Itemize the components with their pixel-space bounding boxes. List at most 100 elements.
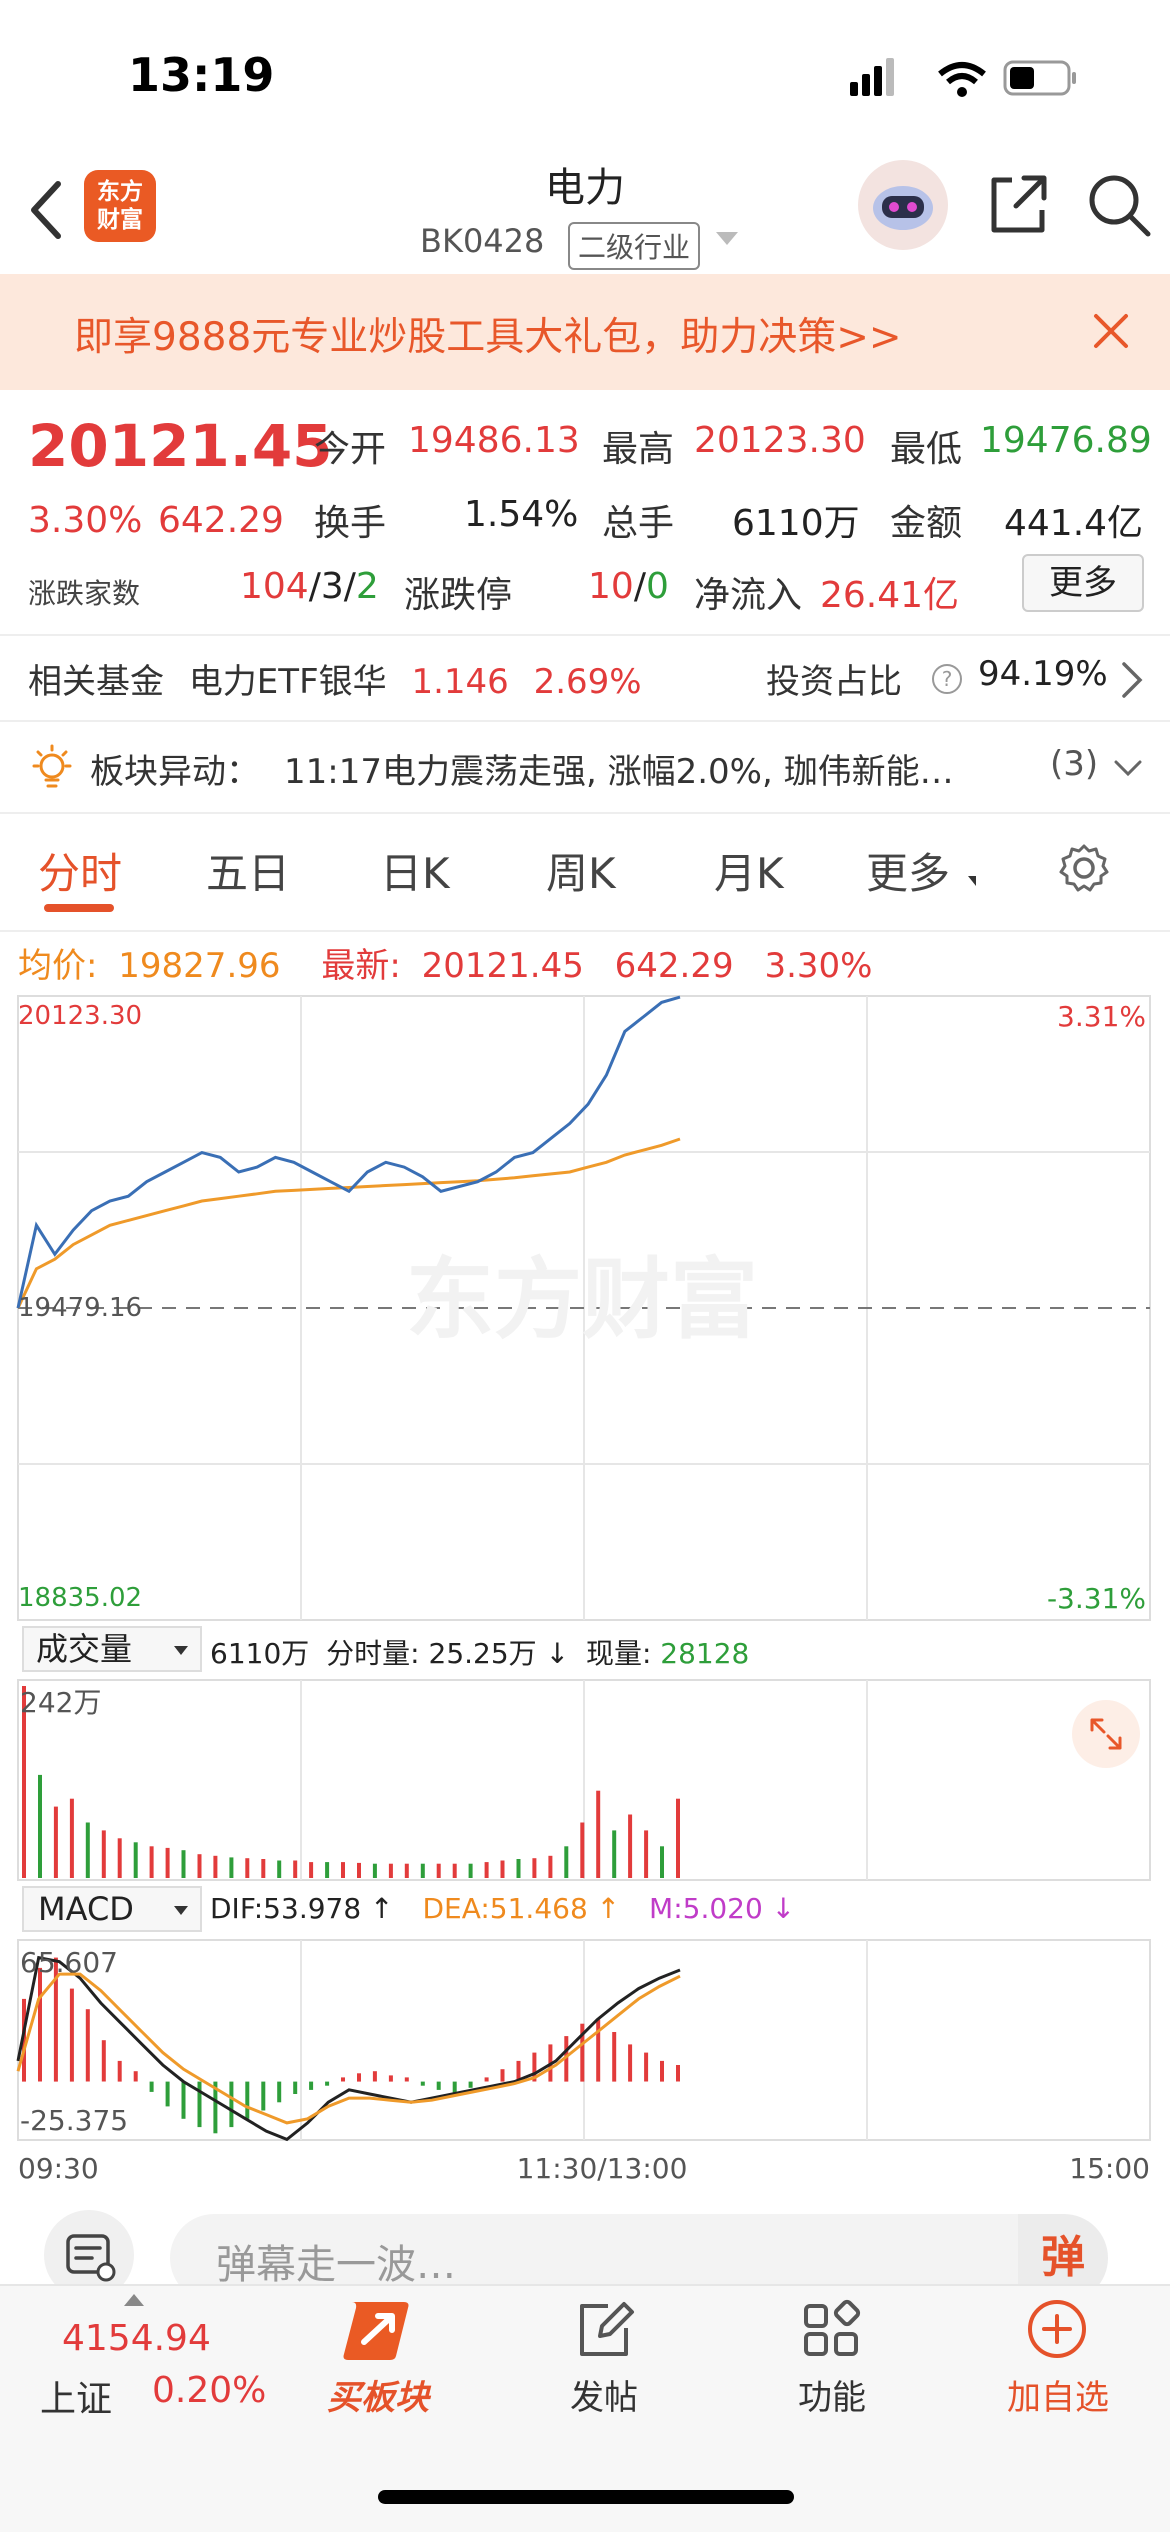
- tab-daily-k[interactable]: 日K: [380, 840, 450, 901]
- search-icon[interactable]: [1084, 170, 1154, 240]
- time-label-midday: 11:30/13:00: [517, 2152, 688, 2185]
- tab-monthly-k[interactable]: 月K: [714, 840, 784, 901]
- limit-up-count: 10: [588, 566, 634, 607]
- help-icon[interactable]: ?: [930, 662, 964, 696]
- high-label: 最高: [602, 429, 675, 470]
- dif-value: DIF:53.978 ↑: [210, 1892, 394, 1925]
- index-pct[interactable]: 0.20%: [152, 2370, 266, 2411]
- high-value: 20123.30: [694, 420, 866, 461]
- pct-axis-max: 3.31%: [1057, 1000, 1146, 1033]
- price-axis-mid: 19479.16: [18, 1293, 142, 1323]
- tab-five-day[interactable]: 五日: [206, 840, 290, 901]
- macd-bar: [644, 2052, 649, 2082]
- macd-bar: [676, 2065, 680, 2082]
- volume-bar: [309, 1862, 314, 1878]
- volume-bar: [564, 1846, 569, 1878]
- chevron-right-icon[interactable]: [1120, 660, 1144, 700]
- close-icon[interactable]: [1086, 306, 1136, 356]
- alert-text[interactable]: 11:17电力震荡走强, 涨幅2.0%, 珈伟新能…: [284, 744, 1024, 793]
- volume-bar: [500, 1860, 505, 1878]
- chevron-down-icon[interactable]: [1112, 756, 1144, 780]
- tab-more[interactable]: 更多: [866, 840, 950, 901]
- volume-bar: [532, 1858, 537, 1878]
- home-indicator: [378, 2490, 794, 2504]
- divider: [0, 634, 1170, 636]
- danmu-placeholder[interactable]: 弹幕走一波…: [216, 2232, 456, 2290]
- macd-bar: [245, 2081, 250, 2119]
- macd-bar: [309, 2081, 314, 2090]
- macd-bar: [420, 2081, 425, 2086]
- status-time: 13:19: [128, 48, 275, 102]
- minute-volume-label: 分时量:: [326, 1637, 420, 1670]
- volume-bar: [420, 1863, 425, 1878]
- volume-bar: [596, 1790, 601, 1878]
- volume-bar: [277, 1860, 282, 1878]
- low-label: 最低: [890, 429, 963, 470]
- macd-bar: [69, 1988, 74, 2082]
- wifi-icon: [938, 62, 986, 97]
- battery-icon: [1003, 60, 1076, 96]
- pct-axis-min: -3.31%: [1047, 1582, 1146, 1615]
- volume-bar: [293, 1860, 298, 1878]
- indicator-selector-macd[interactable]: MACD: [22, 1886, 202, 1932]
- svg-text:?: ?: [942, 667, 953, 691]
- macd-bar: [85, 2009, 90, 2082]
- macd-bar: [436, 2081, 441, 2090]
- volume-bar: [213, 1855, 218, 1878]
- adv-dec-label: 涨跌家数: [28, 577, 141, 610]
- limit-label: 涨跌停: [404, 575, 513, 616]
- assistant-avatar[interactable]: [858, 160, 948, 250]
- volume-bar: [516, 1859, 521, 1878]
- fund-row[interactable]: 相关基金 电力ETF银华 1.146 2.69%: [28, 654, 642, 703]
- dec-count: 2: [355, 566, 379, 607]
- divider: [0, 812, 1170, 814]
- indicator-selector-volume[interactable]: 成交量: [22, 1626, 202, 1672]
- macd-bar: [181, 2081, 186, 2119]
- fund-label: 相关基金: [28, 662, 164, 702]
- limit-values: 10/0: [588, 566, 669, 607]
- divider: [0, 720, 1170, 722]
- macd-bar: [341, 2077, 345, 2082]
- macd-bar: [612, 2032, 617, 2082]
- post-icon[interactable]: [572, 2298, 636, 2362]
- volume-bars: [22, 1686, 680, 1878]
- tab-weekly-k[interactable]: 周K: [546, 840, 616, 901]
- volume-bar: [372, 1863, 377, 1878]
- function-icon[interactable]: [800, 2298, 864, 2362]
- level-tag[interactable]: 二级行业: [568, 222, 701, 270]
- macd-bar: [628, 2044, 633, 2082]
- volume-bar: [468, 1863, 473, 1878]
- volume-bar: [117, 1838, 122, 1878]
- buy-sector-icon[interactable]: [338, 2296, 418, 2364]
- share-icon[interactable]: [982, 170, 1052, 240]
- intraday-chart[interactable]: 东方财富 20123.30 19479.16 18835.02 3.31% -3…: [0, 930, 1170, 2190]
- add-watchlist-icon[interactable]: [1024, 2296, 1090, 2362]
- promo-text[interactable]: 即享9888元专业炒股工具大礼包，助力决策>>: [74, 306, 902, 362]
- volume-bar: [436, 1863, 441, 1878]
- gear-icon[interactable]: [1058, 842, 1110, 894]
- volume-bar: [53, 1806, 58, 1878]
- buy-sector-label[interactable]: 买板块: [298, 2370, 458, 2419]
- alert-count[interactable]: (3): [1050, 744, 1098, 784]
- tab-intraday[interactable]: 分时: [38, 840, 122, 901]
- netflow-value: 26.41亿: [820, 575, 960, 616]
- change-pct: 3.30%: [28, 500, 143, 541]
- time-label-open: 09:30: [18, 2152, 99, 2185]
- add-watchlist-label[interactable]: 加自选: [978, 2370, 1138, 2419]
- current-volume-label: 现量:: [585, 1637, 652, 1670]
- chevron-down-icon[interactable]: [716, 232, 738, 245]
- watermark-logo: 东方财富: [406, 1248, 758, 1351]
- index-value[interactable]: 4154.94: [62, 2318, 211, 2359]
- limit-down-count: 0: [645, 566, 669, 607]
- post-label[interactable]: 发帖: [524, 2370, 684, 2419]
- index-name[interactable]: 上证: [40, 2370, 112, 2422]
- more-button[interactable]: 更多: [1022, 554, 1144, 612]
- change-value: 642.29: [158, 500, 284, 541]
- price-axis-min: 18835.02: [18, 1583, 142, 1613]
- volume-bar: [388, 1863, 393, 1878]
- macd-bar: [277, 2081, 282, 2103]
- function-label[interactable]: 功能: [752, 2370, 912, 2419]
- macd-bar: [117, 2060, 122, 2082]
- m-value: M:5.020 ↓: [649, 1892, 796, 1925]
- volume-label: 总手: [602, 503, 675, 544]
